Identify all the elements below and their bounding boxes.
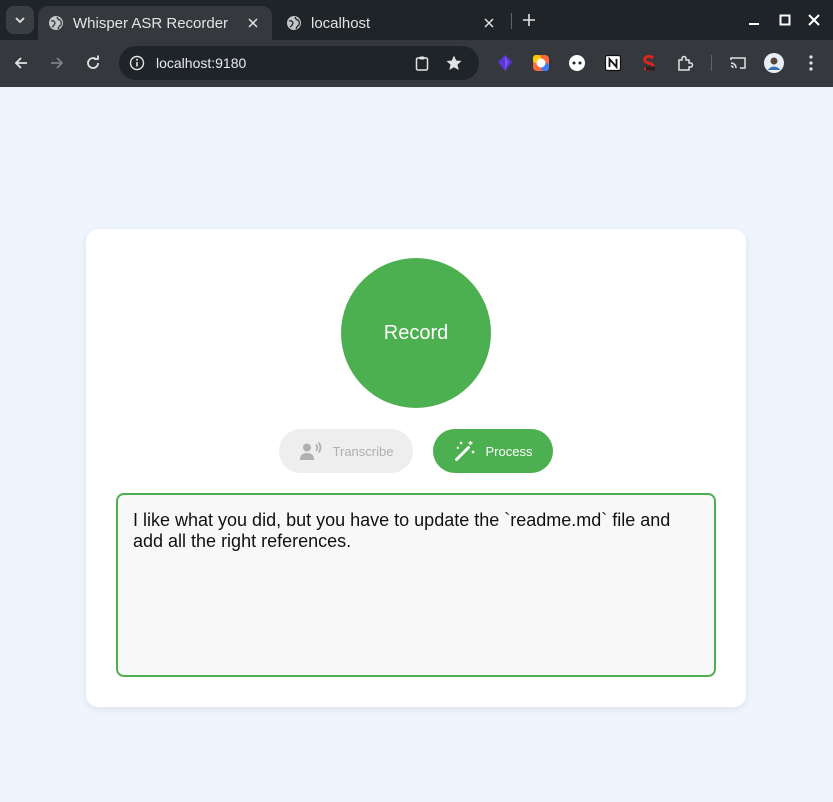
- globe-icon: [49, 16, 63, 30]
- tab-localhost[interactable]: localhost: [276, 6, 508, 40]
- tab-whisper-asr-recorder[interactable]: Whisper ASR Recorder: [38, 6, 272, 40]
- recorder-card: Record Transcribe Process I like what yo…: [86, 229, 746, 707]
- back-button[interactable]: [10, 52, 32, 74]
- process-label: Process: [485, 443, 533, 459]
- minimize-button[interactable]: [744, 10, 764, 30]
- tab-search-button[interactable]: [6, 6, 34, 34]
- site-info-icon[interactable]: [129, 55, 145, 71]
- arrow-left-icon: [14, 57, 27, 69]
- transcript-textarea[interactable]: I like what you did, but you have to upd…: [116, 493, 716, 677]
- reload-icon: [87, 55, 99, 69]
- page-viewport: Record Transcribe Process I like what yo…: [0, 87, 833, 802]
- arrow-right-icon: [51, 57, 64, 69]
- notion-icon[interactable]: [603, 53, 623, 73]
- address-text: localhost:9180: [156, 55, 247, 71]
- transcribe-button[interactable]: Transcribe: [279, 429, 413, 473]
- clipboard-icon[interactable]: [413, 54, 431, 72]
- tab-title: localhost: [311, 14, 371, 32]
- close-window-button[interactable]: [804, 10, 824, 30]
- close-icon: [808, 14, 820, 26]
- globe-icon: [287, 16, 301, 30]
- seo-icon[interactable]: [639, 53, 659, 73]
- profile-avatar[interactable]: [764, 53, 784, 73]
- close-tab-icon[interactable]: [480, 14, 498, 32]
- maximize-icon: [779, 14, 791, 26]
- address-bar[interactable]: localhost:9180: [119, 46, 479, 80]
- color-ring-icon[interactable]: [531, 53, 551, 73]
- record-button[interactable]: Record: [341, 258, 491, 408]
- more-menu-icon[interactable]: [801, 53, 821, 73]
- reload-button[interactable]: [82, 52, 104, 74]
- cast-icon[interactable]: [728, 53, 748, 73]
- maximize-button[interactable]: [775, 10, 795, 30]
- tab-strip: Whisper ASR Recorder localhost: [0, 0, 833, 40]
- bookmark-star-icon[interactable]: [445, 54, 463, 72]
- forward-button[interactable]: [46, 52, 68, 74]
- new-tab-button[interactable]: [518, 9, 540, 31]
- plus-icon: [523, 14, 535, 26]
- toolbar-separator: [711, 55, 712, 71]
- minimize-icon: [749, 23, 759, 25]
- tab-title: Whisper ASR Recorder: [73, 14, 229, 32]
- tab-separator: [511, 13, 512, 29]
- voice-person-icon: [299, 441, 321, 460]
- obsidian-icon[interactable]: [495, 53, 515, 73]
- chevron-down-icon: [15, 17, 25, 24]
- puzzle-icon[interactable]: [675, 53, 695, 73]
- transcribe-label: Transcribe: [332, 443, 394, 459]
- magic-wand-icon: [454, 441, 475, 461]
- dots-circle-icon[interactable]: [567, 53, 587, 73]
- process-button[interactable]: Process: [433, 429, 553, 473]
- browser-toolbar: localhost:9180: [0, 40, 833, 87]
- close-tab-icon[interactable]: [244, 14, 262, 32]
